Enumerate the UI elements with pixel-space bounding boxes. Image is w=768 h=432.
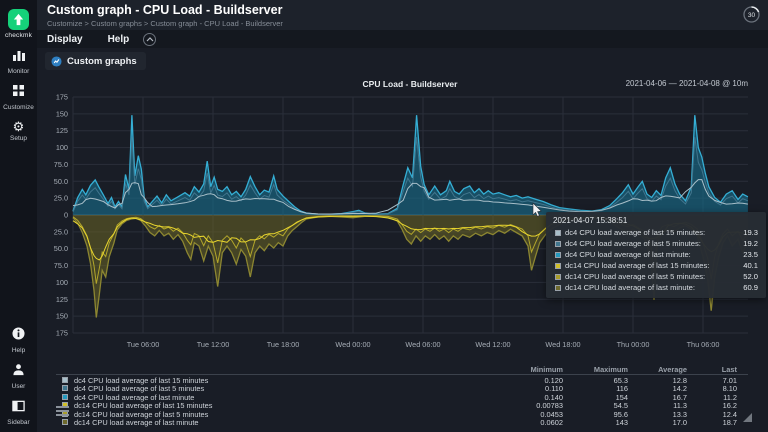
main-sidebar: checkmk Monitor Customize ⚙ Setup Help xyxy=(0,0,37,432)
x-axis-label: Tue 18:00 xyxy=(267,340,300,349)
x-axis-label: Tue 06:00 xyxy=(127,340,160,349)
sidebar-panel-icon xyxy=(12,399,25,417)
series-color-swatch xyxy=(555,252,561,258)
series-color-swatch xyxy=(555,274,561,280)
sidebar-item-label: Setup xyxy=(10,135,27,142)
tooltip-row: dc14 CPU load average of last 5 minutes:… xyxy=(553,271,759,282)
custom-graphs-button[interactable]: Custom graphs xyxy=(45,52,146,70)
legend-minimum-value: 0.0602 xyxy=(503,418,563,427)
sidebar-item-setup[interactable]: ⚙ Setup xyxy=(10,120,27,142)
x-axis-label: Tue 12:00 xyxy=(197,340,230,349)
series-color-swatch xyxy=(62,377,68,383)
x-axis-label: Wed 00:00 xyxy=(335,340,370,349)
y-axis-label: 125 xyxy=(56,126,68,135)
tooltip-row: dc14 CPU load average of last 15 minutes… xyxy=(553,260,759,271)
legend-header-row: Minimum Maximum Average Last xyxy=(56,365,748,375)
gear-icon: ⚙ xyxy=(13,120,25,133)
legend-row: dc14 CPU load average of last 15 minutes… xyxy=(56,401,748,409)
tooltip-row: dc4 CPU load average of last minute: 23.5 xyxy=(553,249,759,260)
legend-row: dc14 CPU load average of last 5 minutes0… xyxy=(56,410,748,418)
series-color-swatch xyxy=(555,241,561,247)
sidebar-item-customize[interactable]: Customize xyxy=(3,84,34,111)
y-axis-label: 150 xyxy=(56,312,68,321)
bar-chart-icon xyxy=(12,48,26,66)
series-color-swatch xyxy=(62,385,68,391)
tooltip-row-label: dc4 CPU load average of last minute: xyxy=(565,250,691,259)
graph-title: CPU Load - Buildserver xyxy=(300,79,520,89)
custom-graphs-icon xyxy=(51,56,62,67)
user-icon xyxy=(12,363,25,381)
sidebar-item-label: Sidebar xyxy=(7,419,29,426)
tooltip-timestamp: 2021-04-07 15:38:51 xyxy=(553,216,759,225)
legend-col-last: Last xyxy=(677,365,737,374)
legend-col-minimum: Minimum xyxy=(503,365,563,374)
checkmk-logo[interactable]: checkmk xyxy=(5,9,32,39)
tooltip-row-value: 60.9 xyxy=(743,283,758,292)
graph-resize-handle[interactable] xyxy=(743,413,752,422)
tooltip-row: dc14 CPU load average of last minute: 60.… xyxy=(553,282,759,293)
y-axis-label: 150 xyxy=(56,109,68,118)
tooltip-row-value: 23.5 xyxy=(743,250,758,259)
legend-last-value: 18.7 xyxy=(677,418,737,427)
tooltip-row-value: 52.0 xyxy=(743,272,758,281)
sidebar-item-monitor[interactable]: Monitor xyxy=(8,48,30,75)
sidebar-item-sidebar[interactable]: Sidebar xyxy=(7,399,29,426)
x-axis-label: Wed 06:00 xyxy=(405,340,440,349)
x-axis-label: Thu 06:00 xyxy=(687,340,720,349)
y-axis-label: 25.0 xyxy=(54,194,68,203)
y-axis-label: 50.0 xyxy=(54,244,68,253)
y-axis-label: 175 xyxy=(56,328,68,337)
legend-maximum-value: 143 xyxy=(568,418,628,427)
x-axis-label: Thu 00:00 xyxy=(617,340,650,349)
graph-drag-handle[interactable] xyxy=(56,406,69,418)
legend-row: dc14 CPU load average of last minute 0.06… xyxy=(56,418,748,426)
x-axis-label: Wed 18:00 xyxy=(545,340,580,349)
tooltip-row-label: dc14 CPU load average of last 5 minutes: xyxy=(565,272,705,281)
hover-tooltip: 2021-04-07 15:38:51 dc4 CPU load average… xyxy=(546,212,766,298)
sidebar-item-label: Customize xyxy=(3,104,34,111)
y-axis-label: 25.0 xyxy=(54,227,68,236)
tooltip-row-value: 19.2 xyxy=(743,239,758,248)
x-axis-label: Wed 12:00 xyxy=(475,340,510,349)
sidebar-item-label: Monitor xyxy=(8,68,30,75)
y-axis-label: 175 xyxy=(56,93,68,102)
y-axis-label: 75.0 xyxy=(54,261,68,270)
legend-row: dc4 CPU load average of last minute0.140… xyxy=(56,393,748,401)
series-color-swatch xyxy=(555,230,561,236)
tooltip-row-label: dc4 CPU load average of last 15 minutes: xyxy=(565,228,705,237)
y-axis-label: 100 xyxy=(56,278,68,287)
app-window: checkmk Monitor Customize ⚙ Setup Help xyxy=(0,0,768,432)
tooltip-row-label: dc14 CPU load average of last 15 minutes… xyxy=(565,261,709,270)
series-color-swatch xyxy=(555,263,561,269)
legend-table: Minimum Maximum Average Last dc4 CPU loa… xyxy=(56,365,748,426)
grid-icon xyxy=(12,84,25,102)
sidebar-item-label: Help xyxy=(12,347,25,354)
series-color-swatch xyxy=(62,394,68,400)
sidebar-item-label: User xyxy=(12,383,26,390)
tooltip-row-value: 40.1 xyxy=(743,261,758,270)
custom-graphs-button-label: Custom graphs xyxy=(67,56,137,67)
legend-row: dc4 CPU load average of last 15 minutes0… xyxy=(56,376,748,384)
checkmk-logo-icon xyxy=(8,9,29,30)
tooltip-row: dc4 CPU load average of last 5 minutes: 1… xyxy=(553,238,759,249)
graph-time-range: 2021-04-06 — 2021-04-08 @ 10m xyxy=(626,79,748,88)
legend-row-label: dc14 CPU load average of last minute xyxy=(74,418,198,427)
tooltip-row-label: dc4 CPU load average of last 5 minutes: xyxy=(565,239,701,248)
sidebar-item-user[interactable]: User xyxy=(12,363,26,390)
legend-row: dc4 CPU load average of last 5 minutes0.… xyxy=(56,384,748,392)
tooltip-row: dc4 CPU load average of last 15 minutes:… xyxy=(553,227,759,238)
y-axis-label: 125 xyxy=(56,295,68,304)
tooltip-row-value: 19.3 xyxy=(743,228,758,237)
y-axis-label: 50.0 xyxy=(54,177,68,186)
brand-label: checkmk xyxy=(5,32,32,39)
series-color-swatch xyxy=(555,285,561,291)
info-icon xyxy=(12,327,25,345)
tooltip-row-label: dc14 CPU load average of last minute: xyxy=(565,283,695,292)
sidebar-item-help[interactable]: Help xyxy=(12,327,25,354)
y-axis-label: 0 xyxy=(64,211,68,220)
y-axis-label: 75.0 xyxy=(54,160,68,169)
y-axis-label: 100 xyxy=(56,143,68,152)
series-color-swatch xyxy=(62,419,68,425)
legend-col-maximum: Maximum xyxy=(568,365,628,374)
